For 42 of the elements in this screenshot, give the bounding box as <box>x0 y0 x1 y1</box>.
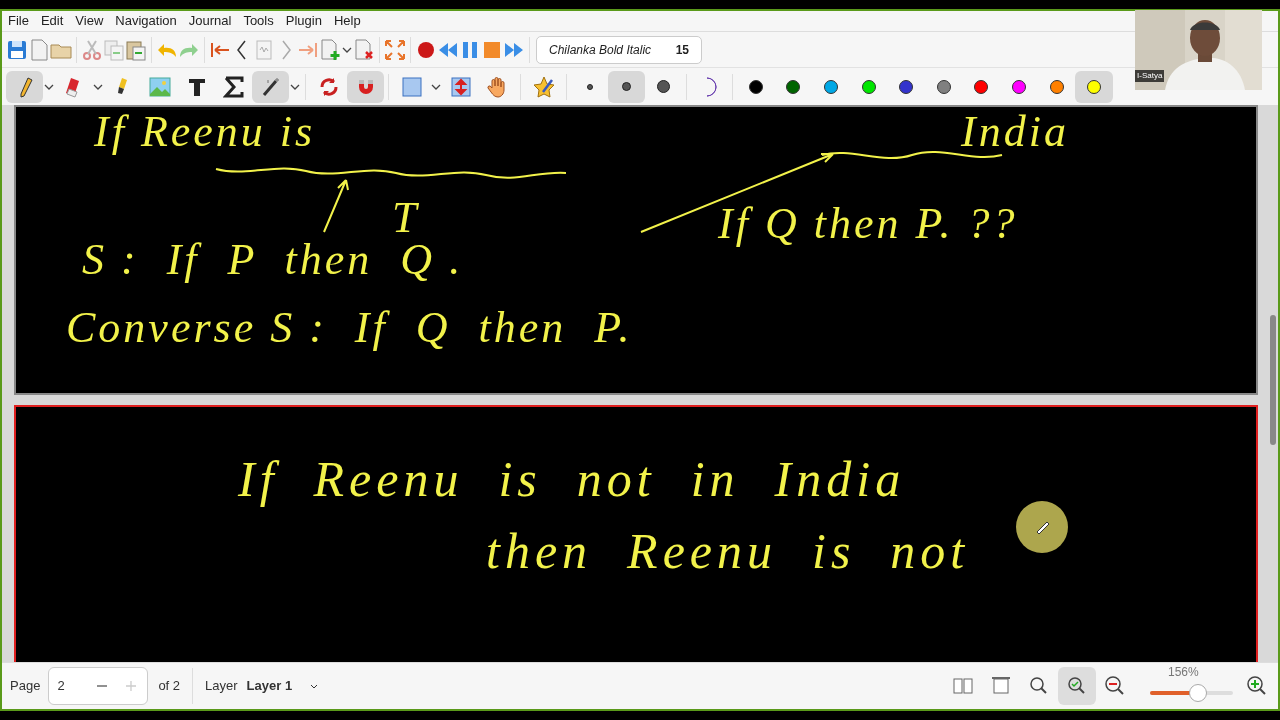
page-spinner[interactable]: 2 <box>48 667 149 705</box>
vertical-space-icon[interactable] <box>449 75 472 98</box>
menu-item[interactable]: Journal <box>182 11 238 31</box>
page[interactable]: If Reenu is not in India then Reenu is not <box>14 405 1258 662</box>
layer-dropdown[interactable]: Layer 1 <box>246 676 319 696</box>
zoom-in-icon[interactable] <box>1246 675 1268 697</box>
handwritten-text: If Reenu is <box>94 107 316 157</box>
delete-page-icon[interactable] <box>353 38 375 61</box>
caret-icon[interactable] <box>310 682 319 690</box>
menu-item[interactable]: Help <box>327 11 367 31</box>
presentation-icon[interactable] <box>990 675 1012 697</box>
zoom-percent: 156% <box>1168 664 1199 681</box>
handwritten-text: Converse S : If Q then P. <box>66 303 633 353</box>
handwritten-text: If Q then P. ?? <box>718 199 1018 249</box>
save-icon[interactable] <box>6 38 28 61</box>
menu-item[interactable]: Plugin <box>279 11 328 31</box>
fullscreen-icon[interactable] <box>384 38 406 61</box>
page[interactable]: If Reenu is India T S : If P then Q . If Q then P. ?? Converse S : If Q then P. <box>14 105 1258 395</box>
layer-label: Layer <box>205 677 238 696</box>
handwritten-text: If Reenu is not in India <box>238 451 906 507</box>
font-selector[interactable]: Chilanka Bold Italic 15 <box>536 35 702 64</box>
handwritten-text: then Reenu is not <box>486 523 970 579</box>
star-pen-icon[interactable] <box>532 75 555 98</box>
handwritten-text: India <box>961 107 1069 157</box>
menu-item[interactable]: Navigation <box>109 11 183 31</box>
menu-item[interactable]: File <box>2 11 35 31</box>
zoom-out-icon[interactable] <box>1104 675 1126 697</box>
sigma-icon[interactable] <box>222 75 245 98</box>
webcam-name-label: I-Satya <box>1135 70 1165 82</box>
color-swatch[interactable] <box>1075 70 1113 103</box>
menu-item[interactable]: Edit <box>34 11 70 31</box>
pen-size-button[interactable] <box>608 70 645 103</box>
page-label: Page <box>10 677 41 696</box>
menu-item[interactable]: View <box>69 11 110 31</box>
scrollbar-thumb[interactable] <box>1270 315 1276 445</box>
pen-cursor-icon <box>1016 501 1068 553</box>
menu-item[interactable]: Tools <box>237 11 280 31</box>
rectangle-icon[interactable] <box>400 75 423 98</box>
clipboard-icon[interactable] <box>125 38 147 61</box>
page-count: of 2 <box>158 677 181 696</box>
slider-thumb[interactable] <box>1189 684 1207 702</box>
zoom-slider[interactable] <box>1150 684 1233 702</box>
